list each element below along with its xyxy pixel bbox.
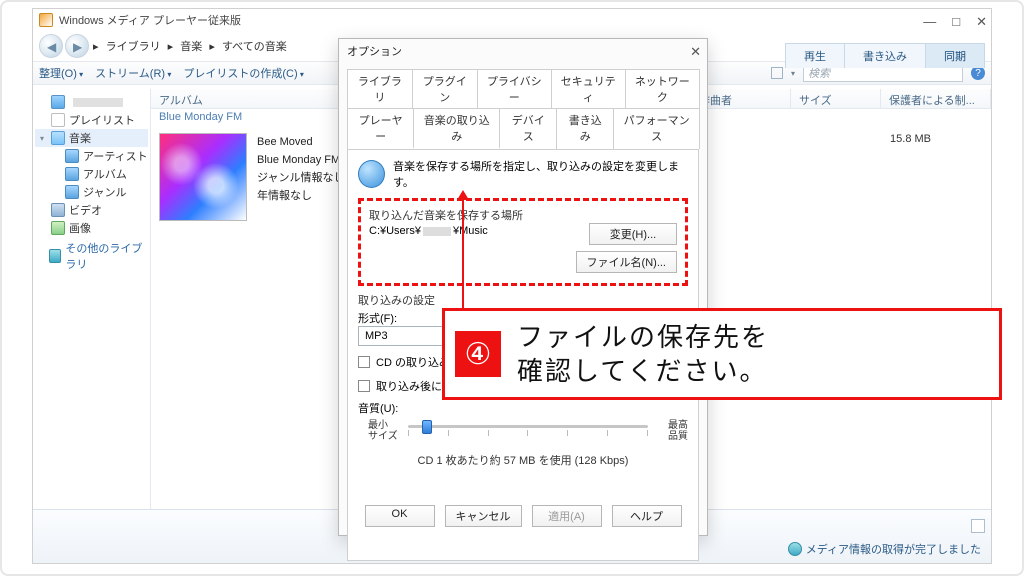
tab-play[interactable]: 再生 (785, 43, 845, 68)
quality-label: 音質(U): (358, 400, 688, 416)
minimize-button[interactable]: — (923, 14, 936, 30)
options-tab-burn[interactable]: 書き込み (556, 108, 614, 149)
album-size: 15.8 MB (890, 133, 931, 145)
tree-genre[interactable]: ジャンル (35, 183, 148, 201)
quality-slider[interactable]: 最小サイズ 最高品質 (368, 420, 688, 446)
rip-location-group: 取り込んだ音楽を保存する場所 C:¥Users¥¥Music 変更(H)... … (358, 198, 688, 286)
help-button[interactable]: ヘルプ (612, 505, 682, 527)
nav-forward-button[interactable]: ▶ (65, 34, 89, 58)
dialog-title: オプション (339, 39, 707, 63)
status-icon (788, 542, 802, 556)
rip-location-path: C:¥Users¥¥Music (369, 225, 488, 237)
apply-button[interactable]: 適用(A) (532, 505, 602, 527)
cancel-button[interactable]: キャンセル (445, 505, 522, 527)
mini-mode-button[interactable] (971, 519, 985, 533)
header-tabs: 再生 書き込み 同期 (786, 43, 985, 68)
annotation-callout: ④ ファイルの保存先を確認してください。 (442, 308, 1002, 400)
col-size[interactable]: サイズ (791, 89, 881, 108)
track-row[interactable]: 年情報なし (257, 187, 344, 205)
close-button[interactable]: ✕ (976, 14, 987, 30)
track-row[interactable]: Blue Monday FM (257, 151, 344, 169)
track-row[interactable]: Bee Moved (257, 133, 344, 151)
nav-back-button[interactable]: ◀ (39, 34, 63, 58)
view-mode-icon[interactable] (771, 67, 783, 79)
toolbar-stream[interactable]: ストリーム(R) (95, 65, 171, 81)
change-location-button[interactable]: 変更(H)... (589, 223, 677, 245)
tab-sync[interactable]: 同期 (925, 43, 985, 68)
window-title: Windows メディア プレーヤー従来版 (59, 12, 241, 28)
options-tab-player[interactable]: プレーヤー (347, 108, 414, 149)
tree-image[interactable]: 画像 (35, 219, 148, 237)
options-tab-plugins[interactable]: プラグイン (412, 69, 478, 108)
tree-playlists[interactable]: プレイリスト (35, 111, 148, 129)
tree-user-library[interactable] (35, 93, 148, 111)
tree-artist[interactable]: アーティスト (35, 147, 148, 165)
nav-tree: プレイリスト ▾音楽 アーティスト アルバム ジャンル ビデオ 画像 その他のラ… (33, 89, 151, 509)
annotation-arrow (462, 192, 464, 316)
options-tab-rip-music[interactable]: 音楽の取り込み (413, 108, 500, 149)
toolbar-create-playlist[interactable]: プレイリストの作成(C) (183, 65, 304, 81)
rip-location-label: 取り込んだ音楽を保存する場所 (369, 207, 677, 223)
tree-video[interactable]: ビデオ (35, 201, 148, 219)
rip-intro-text: 音楽を保存する場所を指定し、取り込みの設定を変更します。 (393, 158, 688, 190)
options-tab-performance[interactable]: パフォーマンス (613, 108, 700, 149)
annotation-step-number: ④ (455, 331, 501, 377)
tree-other-libraries[interactable]: その他のライブラリ (35, 247, 148, 265)
title-bar: Windows メディア プレーヤー従来版 (33, 9, 991, 31)
maximize-button[interactable]: □ (952, 14, 960, 30)
annotation-text: ファイルの保存先を確認してください。 (517, 320, 769, 388)
status-bar: メディア情報の取得が完了しました (788, 541, 981, 557)
toolbar-organize[interactable]: 整理(O) (39, 65, 83, 81)
dialog-close-button[interactable]: ✕ (690, 44, 701, 60)
import-settings-label: 取り込みの設定 (358, 292, 688, 308)
options-tab-security[interactable]: セキュリティ (551, 69, 626, 108)
album-cover[interactable] (159, 133, 247, 221)
track-list: Bee Moved Blue Monday FM ジャンル情報なし 年情報なし (257, 133, 344, 221)
help-icon[interactable]: ? (971, 66, 985, 80)
file-name-button[interactable]: ファイル名(N)... (576, 251, 677, 273)
options-tab-privacy[interactable]: プライバシー (477, 69, 552, 108)
tree-album[interactable]: アルバム (35, 165, 148, 183)
breadcrumb[interactable]: ▸ ライブラリ ▸ 音楽 ▸ すべての音楽 (91, 38, 289, 54)
rip-music-icon (358, 160, 385, 188)
options-dialog: オプション ✕ ライブラリ プラグイン プライバシー セキュリティ ネットワーク… (338, 38, 708, 536)
track-row[interactable]: ジャンル情報なし (257, 169, 344, 187)
options-tab-network[interactable]: ネットワーク (625, 69, 700, 108)
ok-button[interactable]: OK (365, 505, 435, 527)
col-album[interactable]: アルバム (151, 89, 361, 108)
tab-burn[interactable]: 書き込み (844, 43, 926, 68)
tree-music[interactable]: ▾音楽 (35, 129, 148, 147)
app-icon (39, 13, 53, 27)
quality-usage-text: CD 1 枚あたり約 57 MB を使用 (128 Kbps) (358, 452, 688, 468)
col-parental[interactable]: 保護者による制... (881, 89, 991, 108)
options-tab-devices[interactable]: デバイス (499, 108, 557, 149)
options-tab-library[interactable]: ライブラリ (347, 69, 413, 108)
